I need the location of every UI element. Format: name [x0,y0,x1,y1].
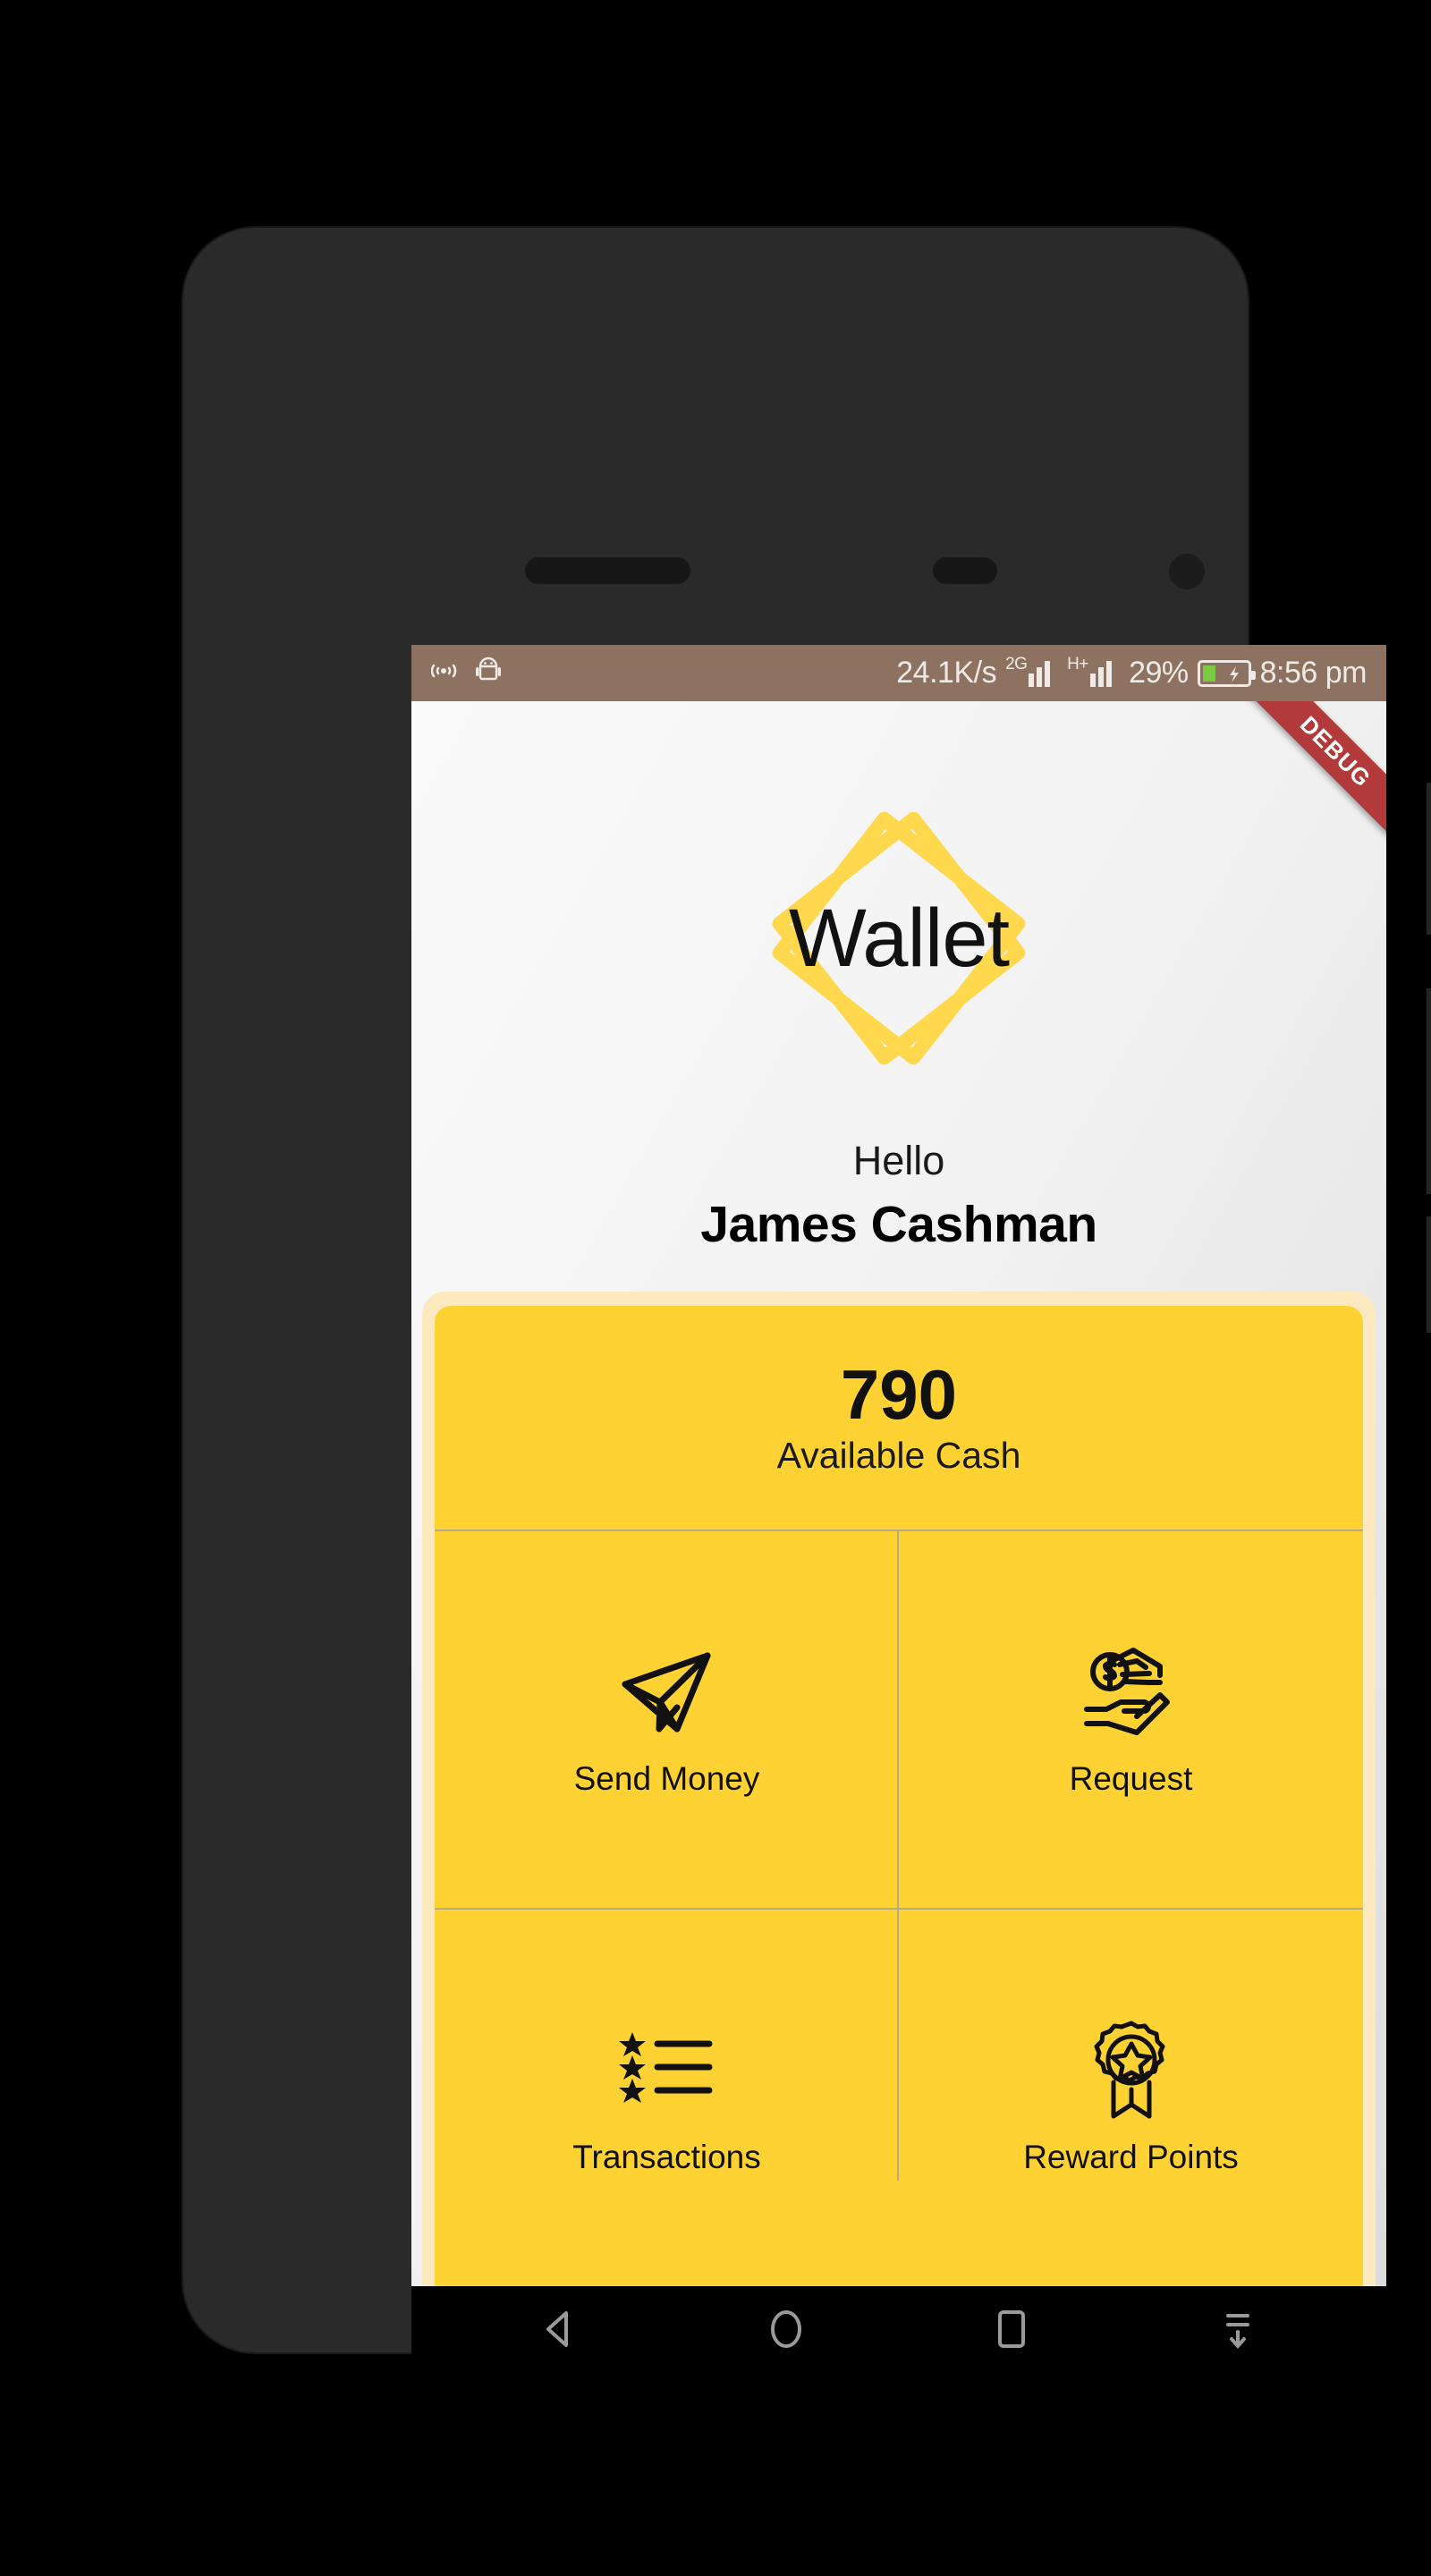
action-label: Transactions [572,2138,761,2175]
action-label: Request [1069,1759,1193,1797]
action-request[interactable]: Request [899,1531,1363,1908]
front-camera [1169,554,1205,589]
android-navigation-bar [411,2286,1386,2371]
signal-strength-1: 2G [1005,655,1058,687]
action-grid-row-1: Send Money Request [435,1530,1363,1908]
nav-hide-keyboard-button[interactable] [1198,2289,1278,2369]
battery-fill [1202,665,1215,682]
logo-text: Wallet [788,893,1010,984]
action-transactions[interactable]: Transactions [435,1910,899,2286]
action-grid: Send Money Request Transactions Reward P… [435,1530,1363,2286]
action-label: Reward Points [1023,2138,1239,2175]
network-type-2-label: H+ [1067,654,1088,674]
app-content: DEBUG Wallet Hello James Cashman 790 Ava… [411,701,1386,2286]
hands-money-icon [1078,1642,1185,1741]
action-reward-points[interactable]: Reward Points [899,1910,1363,2286]
nav-recents-button[interactable] [971,2289,1052,2369]
status-bar: 24.1K/s 2G H+ 29% 8:56 pm [411,645,1386,701]
proximity-sensor [933,557,997,584]
action-grid-row-2: Transactions Reward Points [435,1908,1363,2286]
status-bar-right: 24.1K/s 2G H+ 29% 8:56 pm [896,655,1367,691]
nav-home-button[interactable] [746,2289,826,2369]
action-send-money[interactable]: Send Money [435,1531,899,1908]
star-list-icon [614,2021,721,2119]
award-medal-icon [1078,2021,1185,2119]
wallet-logo: Wallet [751,791,1046,1086]
network-speed-text: 24.1K/s [896,656,997,690]
volume-up-button[interactable] [1427,988,1431,1194]
android-robot-icon [474,657,503,690]
battery-percent-text: 29% [1129,656,1189,690]
status-bar-left-icons [430,657,503,690]
user-name-text: James Cashman [700,1196,1097,1253]
volume-down-button[interactable] [1427,1216,1431,1333]
balance-card: 790 Available Cash Send Money Request Tr… [435,1306,1363,2286]
greeting-text: Hello [852,1138,945,1183]
signal-strength-2: H+ [1067,655,1120,687]
balance-label: Available Cash [776,1434,1021,1476]
power-button[interactable] [1427,783,1431,935]
action-label: Send Money [573,1759,760,1797]
battery-icon [1197,659,1256,687]
app-header: Wallet Hello James Cashman [411,701,1386,1287]
paper-plane-icon [614,1642,721,1741]
phone-screen: 24.1K/s 2G H+ 29% 8:56 pm DEBUG Wallet H… [411,645,1386,2371]
balance-block: 790 Available Cash [435,1306,1363,1530]
clock-text: 8:56 pm [1259,656,1367,690]
balance-card-outer: 790 Available Cash Send Money Request Tr… [422,1292,1376,2286]
balance-amount: 790 [840,1354,958,1434]
phone-frame: 24.1K/s 2G H+ 29% 8:56 pm DEBUG Wallet H… [183,228,1431,2371]
nav-back-button[interactable] [520,2289,600,2369]
earpiece-speaker [525,557,690,584]
network-type-1-label: 2G [1005,654,1028,674]
cast-icon [430,657,461,689]
